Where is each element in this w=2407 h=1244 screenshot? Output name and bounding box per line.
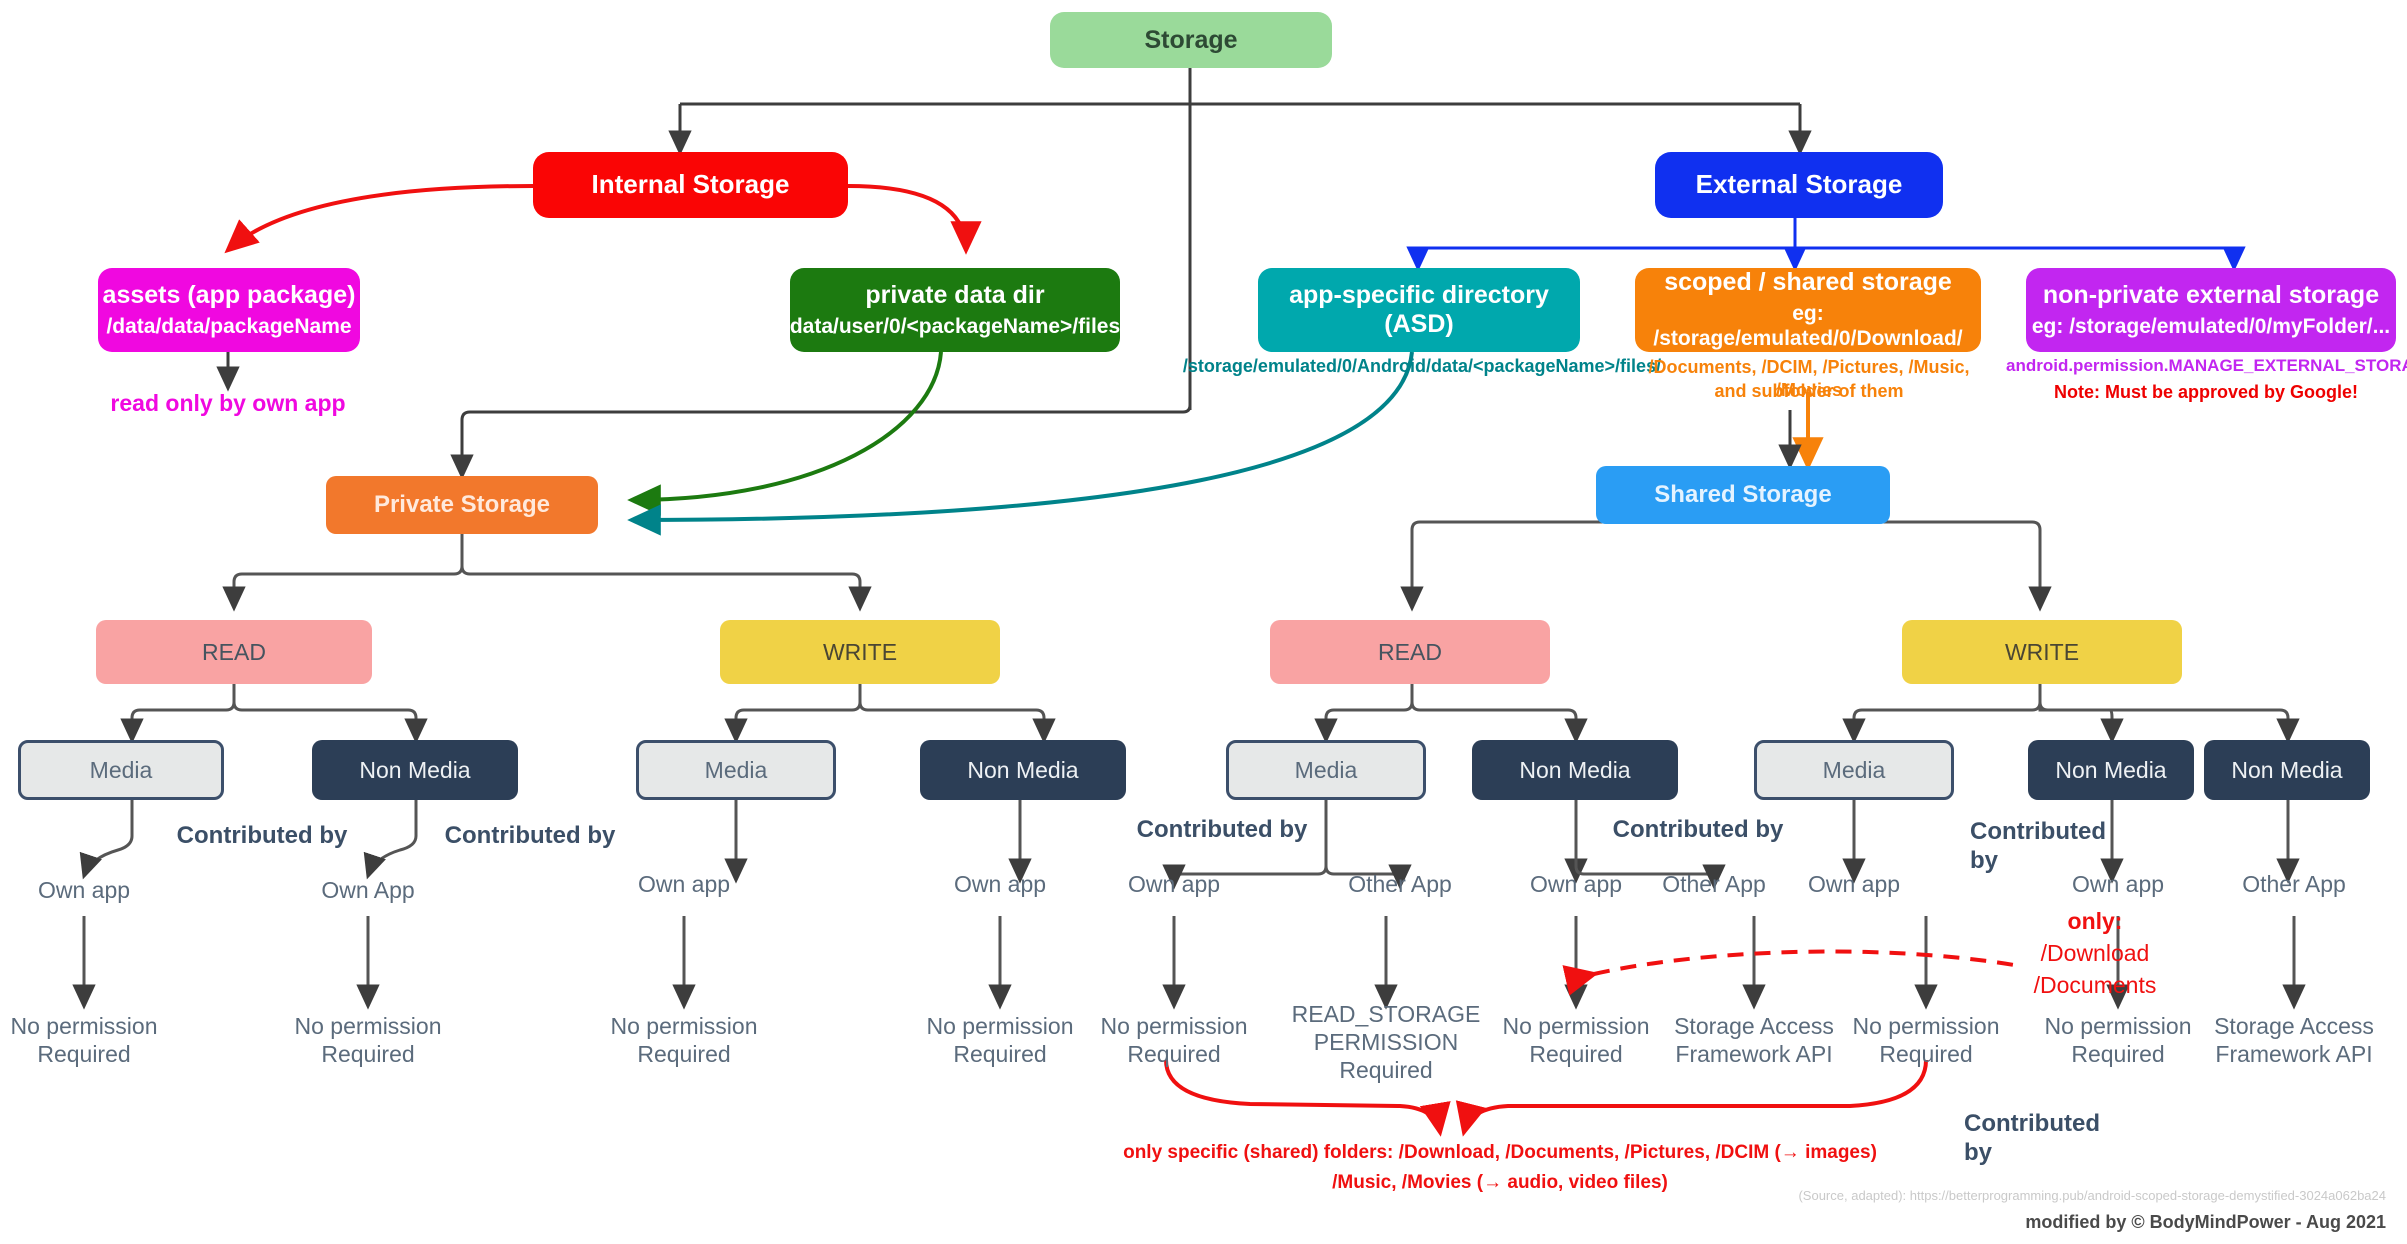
node-assets-path: /data/data/packageName xyxy=(106,314,352,338)
node-scoped-shared-storage[interactable]: scoped / shared storage eg: /storage/emu… xyxy=(1635,268,1981,352)
node-asd-subtitle: (ASD) xyxy=(1384,310,1454,339)
result-shared-read-nonmedia-other: Storage Access Framework API xyxy=(1674,1013,1834,1068)
node-storage-label: Storage xyxy=(1144,25,1238,54)
node-non-media-label: Non Media xyxy=(2231,756,2343,783)
node-private-write-non-media[interactable]: Non Media xyxy=(920,740,1126,800)
contributor-shared-write-nonmedia-own: Own app xyxy=(2071,871,2165,897)
node-media-label: Media xyxy=(1294,756,1358,783)
node-shared-write-non-media-own[interactable]: Non Media xyxy=(2028,740,2194,800)
result-shared-write-nonmedia-own: No permission Required xyxy=(2044,1013,2192,1068)
google-approval-note: Note: Must be approved by Google! xyxy=(2053,382,2358,402)
node-private-data-dir-title: private data dir xyxy=(865,281,1045,310)
contributed-by-private-write: Contributed by xyxy=(444,822,616,849)
modified-by: modified by © BodyMindPower - Aug 2021 xyxy=(2025,1212,2386,1232)
node-scoped-path: eg: /storage/emulated/0/Download/ xyxy=(1653,302,1963,351)
node-non-media-label: Non Media xyxy=(359,756,471,783)
source-attribution: (Source, adapted): https://betterprogram… xyxy=(1798,1188,2386,1203)
node-private-write[interactable]: WRITE xyxy=(720,620,1000,684)
node-media-label: Media xyxy=(89,756,153,783)
node-external-storage-label: External Storage xyxy=(1695,169,1903,200)
node-shared-write[interactable]: WRITE xyxy=(1902,620,2182,684)
manage-external-storage-permission: android.permission.MANAGE_EXTERNAL_STORA… xyxy=(2006,356,2407,375)
node-non-media-label: Non Media xyxy=(2055,756,2167,783)
contributor-private-read-non-media: Own App xyxy=(321,877,415,903)
node-assets-title: assets (app package) xyxy=(102,281,356,310)
contributed-by-private-read: Contributed by xyxy=(176,822,348,849)
assets-read-only-note: read only by own app xyxy=(110,390,346,416)
contributor-shared-read-media-other: Other App xyxy=(1348,871,1452,897)
node-external-storage[interactable]: External Storage xyxy=(1655,152,1943,218)
only-documents: /Documents xyxy=(2033,972,2157,998)
node-shared-read-media[interactable]: Media xyxy=(1226,740,1426,800)
node-shared-read-label: READ xyxy=(1378,638,1442,665)
scoped-folders-note-line2: and subfolder of them xyxy=(1714,381,1904,401)
node-storage[interactable]: Storage xyxy=(1050,12,1332,68)
node-asd-title: app-specific directory xyxy=(1289,280,1549,309)
node-private-read-media[interactable]: Media xyxy=(18,740,224,800)
node-shared-storage-label: Shared Storage xyxy=(1654,481,1832,509)
contributor-shared-write-nonmedia-other: Other App xyxy=(2242,871,2346,897)
contributor-shared-write-media-own: Own app xyxy=(1807,871,1901,897)
contributed-by-shared-read-header: Contributed by xyxy=(1136,816,1308,843)
node-non-media-label: Non Media xyxy=(967,756,1079,783)
node-media-label: Media xyxy=(1822,756,1886,783)
node-shared-read-non-media[interactable]: Non Media xyxy=(1472,740,1678,800)
node-nonprivate-path: eg: /storage/emulated/0/myFolder/... xyxy=(2031,314,2391,338)
only-label: only: xyxy=(2067,908,2123,934)
node-non-private-external-storage[interactable]: non-private external storage eg: /storag… xyxy=(2026,268,2396,352)
result-shared-read-media-own: No permission Required xyxy=(1100,1013,1248,1068)
result-shared-read-nonmedia-own: No permission Required xyxy=(1502,1013,1650,1068)
node-internal-storage[interactable]: Internal Storage xyxy=(533,152,848,218)
node-assets[interactable]: assets (app package) /data/data/packageN… xyxy=(98,268,360,352)
node-shared-write-non-media-other[interactable]: Non Media xyxy=(2204,740,2370,800)
footer-caption-line1: only specific (shared) folders: /Downloa… xyxy=(1123,1142,1877,1163)
only-download: /Download xyxy=(2040,940,2150,966)
asd-path-label: /storage/emulated/0/Android/data/<packag… xyxy=(1182,356,1662,376)
node-scoped-title: scoped / shared storage xyxy=(1664,268,1952,297)
node-shared-storage[interactable]: Shared Storage xyxy=(1596,466,1890,524)
node-private-read-label: READ xyxy=(202,638,266,665)
node-media-label: Media xyxy=(704,756,768,783)
result-shared-write-nonmedia-other: Storage Access Framework API xyxy=(2214,1013,2374,1068)
node-private-storage-label: Private Storage xyxy=(373,491,551,519)
node-private-read-non-media[interactable]: Non Media xyxy=(312,740,518,800)
node-private-data-dir[interactable]: private data dir /data/user/0/<packageNa… xyxy=(784,268,1126,352)
node-app-specific-directory[interactable]: app-specific directory (ASD) xyxy=(1258,268,1580,352)
node-shared-read[interactable]: READ xyxy=(1270,620,1550,684)
contributor-private-write-non-media: Own app xyxy=(953,871,1047,897)
node-private-read[interactable]: READ xyxy=(96,620,372,684)
result-private-write-media: No permission Required xyxy=(610,1013,758,1068)
contributor-shared-read-media-own: Own app xyxy=(1127,871,1221,897)
node-nonprivate-title: non-private external storage xyxy=(2042,281,2380,310)
result-private-read-media: No permission Required xyxy=(10,1013,158,1068)
node-private-write-label: WRITE xyxy=(822,638,898,665)
node-private-storage[interactable]: Private Storage xyxy=(326,476,598,534)
node-private-write-media[interactable]: Media xyxy=(636,740,836,800)
result-shared-read-media-other: READ_STORAGE PERMISSION Required xyxy=(1291,1001,1481,1084)
result-private-write-non-media: No permission Required xyxy=(926,1013,1074,1068)
diagram-canvas: Storage Internal Storage External Storag… xyxy=(0,0,2407,1244)
contributor-private-read-media: Own app xyxy=(37,877,131,903)
node-non-media-label: Non Media xyxy=(1519,756,1631,783)
contributor-private-write-media: Own app xyxy=(637,871,731,897)
node-shared-write-media[interactable]: Media xyxy=(1754,740,1954,800)
result-shared-write-media-own: No permission Required xyxy=(1852,1013,2000,1068)
contributed-by-shared-read-non-media: Contributed by xyxy=(1612,816,1784,843)
node-internal-storage-label: Internal Storage xyxy=(591,169,790,200)
node-private-data-dir-path: /data/user/0/<packageName>/files/ xyxy=(783,314,1127,338)
result-private-read-non-media: No permission Required xyxy=(294,1013,442,1068)
node-shared-write-label: WRITE xyxy=(2004,638,2080,665)
